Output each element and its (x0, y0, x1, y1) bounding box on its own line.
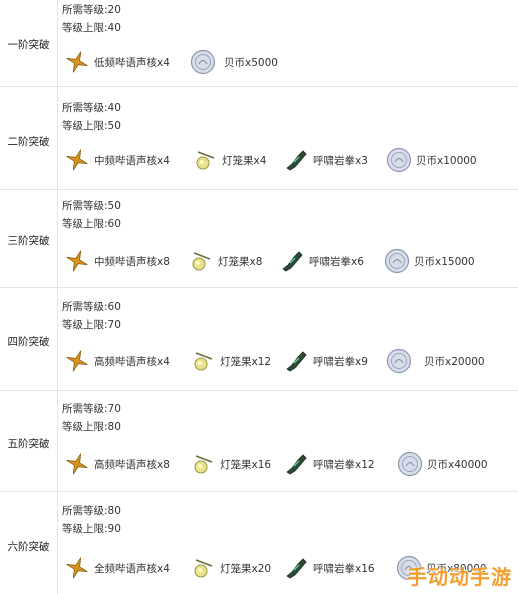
table-row: 一阶突破 所需等级:20 等级上限:40 低频哔语声核x4 贝币x5000 (0, 0, 518, 87)
material-item: 呼啸岩拳x16 (283, 555, 375, 581)
gauntlet-icon (286, 454, 307, 475)
material-item: 灯笼果x20 (190, 555, 271, 581)
required-level: 所需等级:40 (62, 102, 121, 114)
material-item: 灯笼果x8 (188, 248, 262, 274)
table-row: 四阶突破 所需等级:60 等级上限:70 高频哔语声核x4 灯笼果x12 呼啸岩… (0, 287, 518, 391)
gauntlet-icon (286, 351, 307, 372)
coin-icon (386, 147, 412, 173)
stage-label: 一阶突破 (7, 39, 50, 51)
material-item: 贝币x10000 (386, 147, 477, 173)
max-level: 等级上限:90 (62, 523, 121, 535)
gauntlet-icon (286, 150, 307, 171)
material-item: 高频哔语声核x4 (64, 348, 170, 374)
required-level: 所需等级:70 (62, 403, 121, 415)
material-item: 中频哔语声核x8 (64, 248, 170, 274)
lantern-fruit-icon (194, 352, 213, 371)
material-item: 全频哔语声核x4 (64, 555, 170, 581)
material-item: 低频哔语声核x4 (64, 49, 170, 75)
coin-icon (386, 348, 412, 374)
required-level: 所需等级:80 (62, 505, 121, 517)
lantern-fruit-icon (194, 559, 213, 578)
shard-icon (66, 51, 88, 73)
stage-label: 三阶突破 (7, 235, 50, 247)
max-level: 等级上限:60 (62, 218, 121, 230)
max-level: 等级上限:80 (62, 421, 121, 433)
coin-icon (384, 248, 410, 274)
max-level: 等级上限:50 (62, 120, 121, 132)
required-level: 所需等级:20 (62, 4, 121, 16)
shard-icon (66, 453, 88, 475)
material-item: 呼啸岩拳x6 (279, 248, 364, 274)
stage-label: 六阶突破 (7, 541, 50, 553)
table-row: 五阶突破 所需等级:70 等级上限:80 高频哔语声核x8 灯笼果x16 呼啸岩… (0, 390, 518, 492)
shard-icon (66, 149, 88, 171)
material-item: 贝币x15000 (384, 248, 475, 274)
required-level: 所需等级:50 (62, 200, 121, 212)
coin-icon (190, 49, 216, 75)
material-item: 中频哔语声核x4 (64, 147, 170, 173)
stage-label: 二阶突破 (7, 136, 50, 148)
material-item: 灯笼果x16 (190, 451, 271, 477)
material-item: 呼啸岩拳x9 (283, 348, 368, 374)
material-item: 呼啸岩拳x12 (283, 451, 375, 477)
gauntlet-icon (286, 558, 307, 579)
shard-icon (66, 250, 88, 272)
material-item: 呼啸岩拳x3 (283, 147, 368, 173)
table-row: 二阶突破 所需等级:40 等级上限:50 中频哔语声核x4 灯笼果x4 呼啸岩拳… (0, 86, 518, 190)
max-level: 等级上限:40 (62, 22, 121, 34)
stage-label: 五阶突破 (7, 438, 50, 450)
max-level: 等级上限:70 (62, 319, 121, 331)
stage-label: 四阶突破 (7, 336, 50, 348)
material-item: 灯笼果x12 (190, 348, 271, 374)
table-row: 三阶突破 所需等级:50 等级上限:60 中频哔语声核x8 灯笼果x8 呼啸岩拳… (0, 189, 518, 288)
required-level: 所需等级:60 (62, 301, 121, 313)
gauntlet-icon (282, 251, 303, 272)
coin-icon (397, 451, 423, 477)
lantern-fruit-icon (194, 455, 213, 474)
lantern-fruit-icon (196, 151, 215, 170)
lantern-fruit-icon (192, 252, 211, 271)
watermark-logo: 手动动手游 (407, 565, 512, 589)
material-item: 高频哔语声核x8 (64, 451, 170, 477)
material-item: 贝币x40000 (397, 451, 488, 477)
shard-icon (66, 350, 88, 372)
material-item: 灯笼果x4 (192, 147, 266, 173)
material-item: 贝币x5000 (190, 49, 278, 75)
shard-icon (66, 557, 88, 579)
material-item: 贝币x20000 (386, 348, 485, 374)
